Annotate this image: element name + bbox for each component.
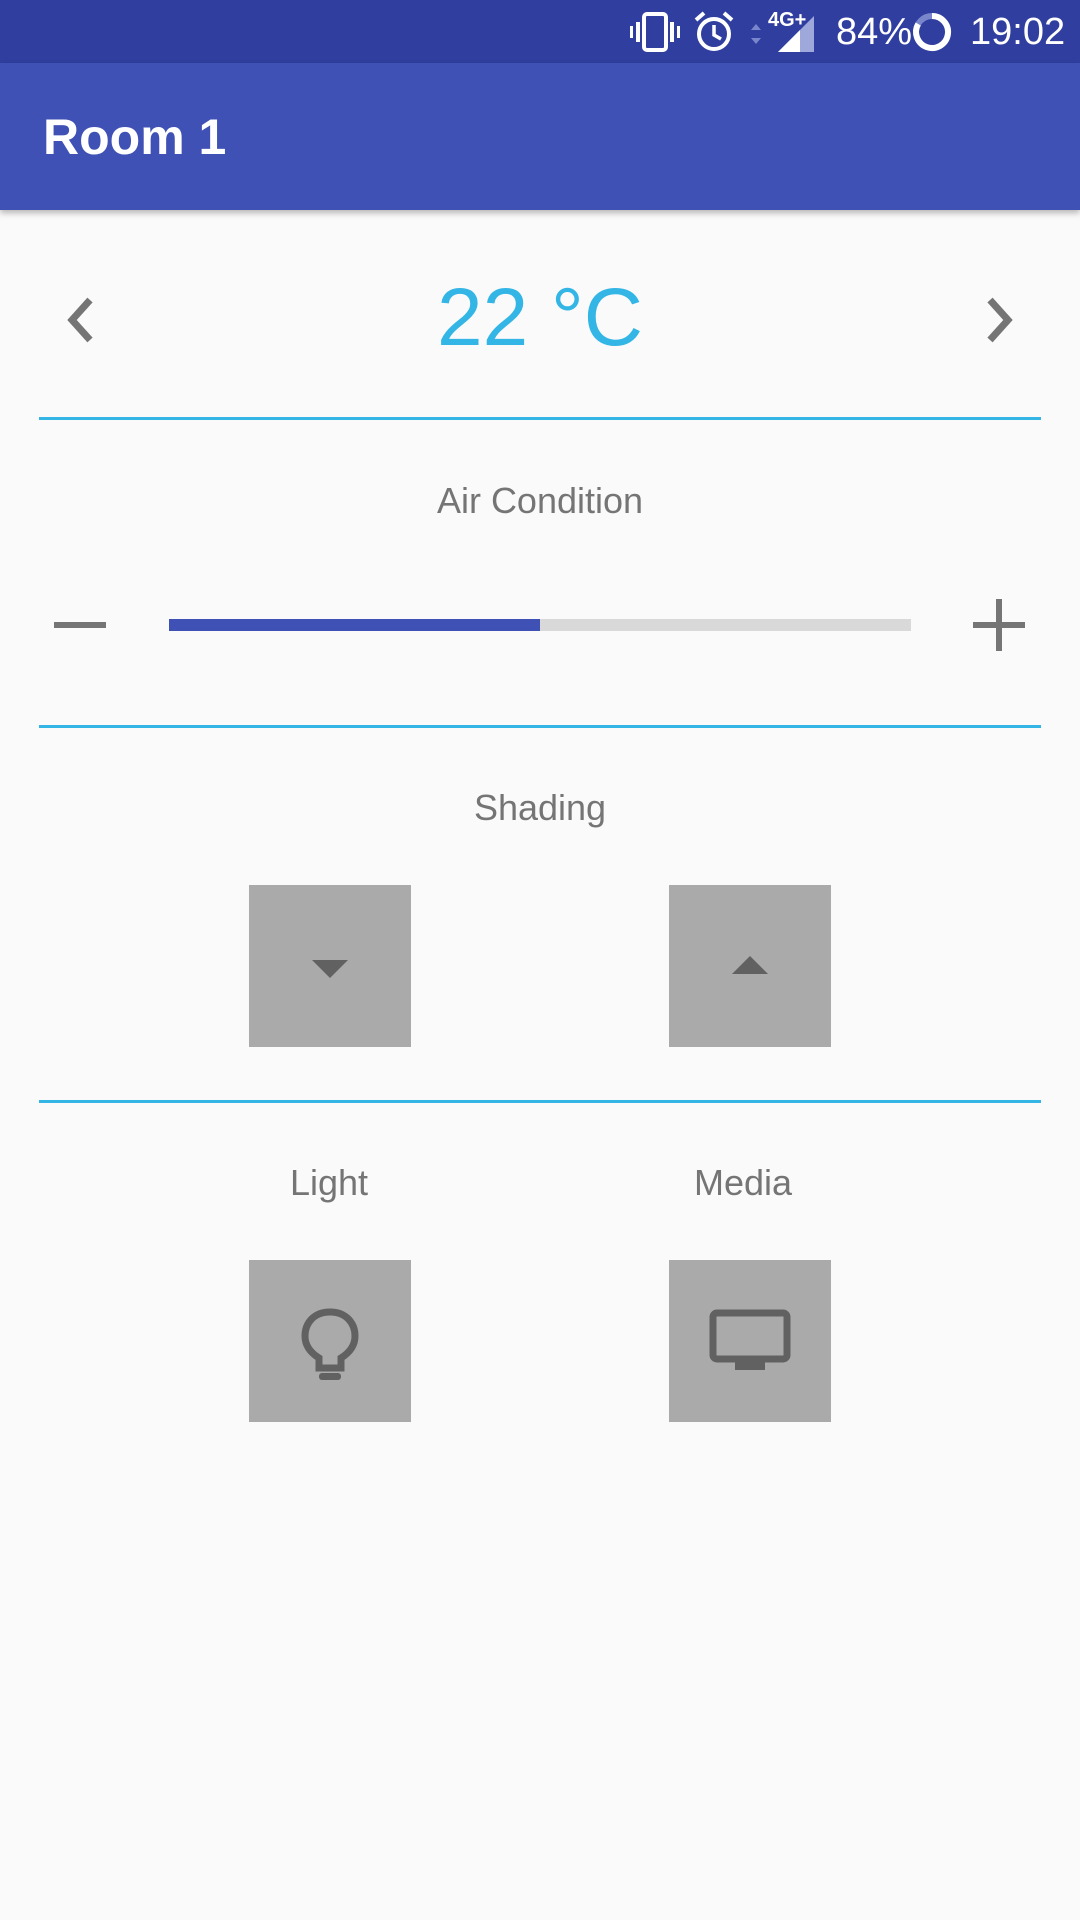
clock: 19:02 xyxy=(970,11,1066,53)
arrow-down-icon xyxy=(312,960,348,978)
temperature-selector: 22 °C xyxy=(0,260,1080,370)
shading-down-button[interactable] xyxy=(249,885,411,1047)
shading-up-button[interactable] xyxy=(669,885,831,1047)
battery-percent: 84% xyxy=(836,11,913,53)
minus-icon xyxy=(54,622,106,628)
slider-progress xyxy=(169,619,540,631)
tv-icon xyxy=(709,1309,791,1370)
chevron-right-icon xyxy=(987,297,1013,343)
alarm-icon xyxy=(694,11,734,51)
page-title: Room 1 xyxy=(43,109,227,165)
light-button[interactable] xyxy=(249,1260,411,1422)
next-button[interactable] xyxy=(960,280,1040,360)
increase-button[interactable] xyxy=(959,585,1039,665)
divider xyxy=(39,417,1041,420)
arrow-up-icon xyxy=(732,956,768,974)
air-condition-label: Air Condition xyxy=(436,480,644,521)
media-button[interactable] xyxy=(669,1260,831,1422)
decrease-button[interactable] xyxy=(40,585,120,665)
shading-label: Shading xyxy=(473,787,607,828)
data-arrows-icon xyxy=(751,24,761,44)
battery-ring-icon xyxy=(913,12,952,51)
temperature-value: 22 °C xyxy=(436,272,643,363)
light-label: Light xyxy=(289,1162,369,1203)
vibrate-icon xyxy=(630,12,680,52)
plus-icon xyxy=(973,599,1025,651)
air-condition-slider[interactable] xyxy=(169,619,911,631)
media-label: Media xyxy=(693,1162,793,1203)
lightbulb-icon xyxy=(301,1308,359,1380)
divider xyxy=(39,725,1041,728)
signal-icon xyxy=(778,16,814,52)
divider xyxy=(39,1100,1041,1103)
status-bar: 4G+ 84% 19:02 xyxy=(0,0,1080,63)
app-bar: Room 1 xyxy=(0,63,1080,210)
